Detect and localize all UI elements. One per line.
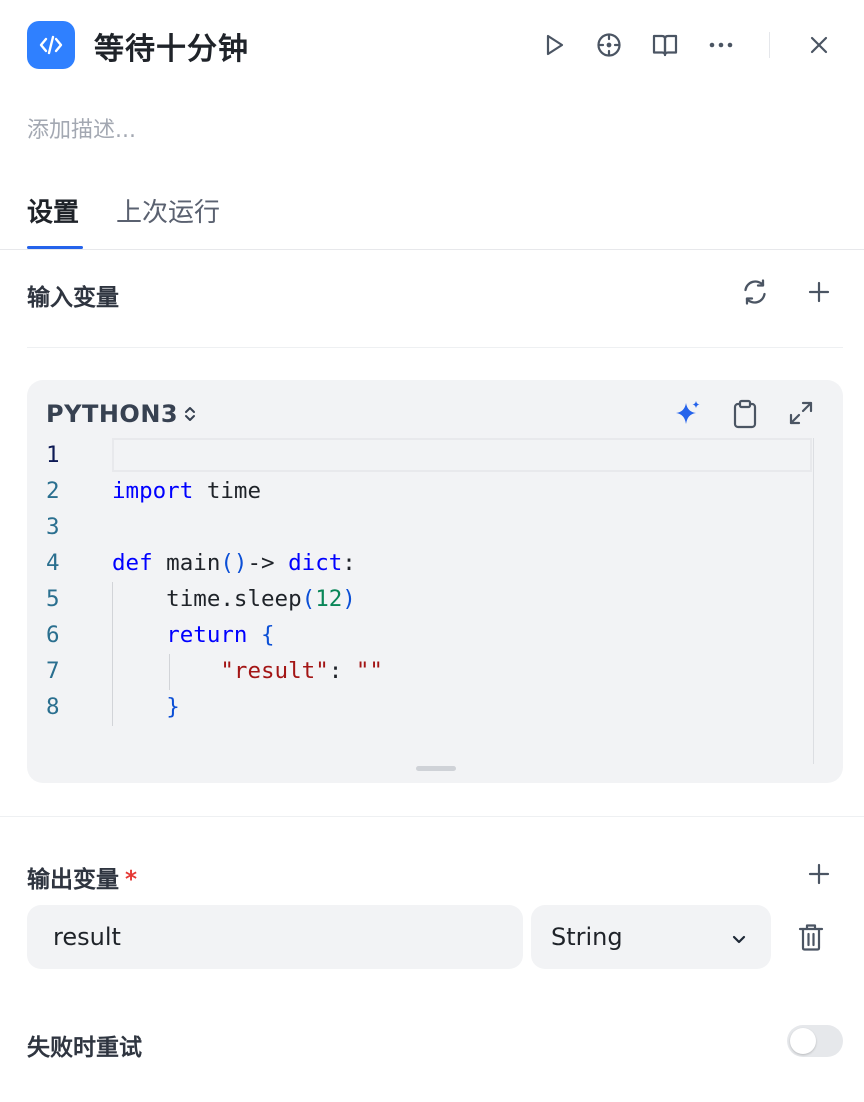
sparkle-icon <box>676 401 700 424</box>
header-divider <box>769 32 770 58</box>
tab-settings[interactable]: 设置 <box>27 192 79 229</box>
locate-button[interactable] <box>592 28 626 62</box>
node-title[interactable]: 等待十分钟 <box>94 24 249 68</box>
language-label: PYTHON3 <box>46 400 179 428</box>
tab-last-run[interactable]: 上次运行 <box>116 192 220 229</box>
line-number: 8 <box>46 694 60 720</box>
line-number: 2 <box>46 478 60 504</box>
retry-toggle[interactable] <box>787 1025 843 1057</box>
trash-icon <box>798 924 824 951</box>
copy-code-button[interactable] <box>728 397 762 431</box>
run-button[interactable] <box>537 28 571 62</box>
chevron-updown-icon <box>182 404 198 424</box>
code-icon <box>27 21 75 69</box>
add-output-var-button[interactable] <box>802 857 836 891</box>
expand-icon <box>789 401 813 425</box>
code-line: "result": "" <box>220 658 383 684</box>
plus-icon <box>808 281 830 303</box>
output-var-name-input[interactable]: result <box>27 905 523 969</box>
language-select[interactable]: PYTHON3 <box>46 400 198 428</box>
editor-resize-handle[interactable] <box>416 766 456 771</box>
code-line: def main()-> dict: <box>112 550 356 576</box>
toggle-knob <box>790 1028 816 1054</box>
close-icon <box>810 36 828 54</box>
current-line-highlight <box>112 438 812 472</box>
more-icon <box>709 42 733 48</box>
chevron-down-icon <box>729 927 749 955</box>
plus-icon <box>808 863 830 885</box>
code-editor: PYTHON3 1 2 3 4 5 6 7 8 import time def … <box>27 380 843 783</box>
output-vars-label: 输出变量 * <box>27 860 137 894</box>
node-header: 等待十分钟 <box>0 0 864 92</box>
code-line: return { <box>166 622 275 648</box>
line-number: 6 <box>46 622 60 648</box>
input-vars-label: 输入变量 <box>27 285 119 311</box>
active-tab-indicator <box>27 246 83 249</box>
code-line: import time <box>112 478 262 504</box>
output-var-type-value: String <box>551 923 623 951</box>
refresh-icon <box>744 279 766 305</box>
section-divider <box>0 816 864 817</box>
close-button[interactable] <box>802 28 836 62</box>
add-input-var-button[interactable] <box>802 275 836 309</box>
output-vars-text: 输出变量 <box>27 867 119 893</box>
retry-label: 失败时重试 <box>27 1035 142 1061</box>
code-line: time.sleep(12) <box>112 586 356 612</box>
line-number: 1 <box>46 442 60 468</box>
description-input[interactable]: 添加描述... <box>27 112 136 144</box>
line-number: 3 <box>46 514 60 540</box>
code-content[interactable]: 1 2 3 4 5 6 7 8 import time def main()->… <box>27 438 843 764</box>
editor-scrollbar[interactable] <box>813 438 814 764</box>
delete-output-var-button[interactable] <box>794 920 828 954</box>
line-number: 5 <box>46 586 60 612</box>
play-icon <box>546 34 564 56</box>
line-number: 7 <box>46 658 60 684</box>
clipboard-icon <box>733 399 757 429</box>
refresh-vars-button[interactable] <box>738 275 772 309</box>
help-doc-button[interactable] <box>648 28 682 62</box>
ai-generate-button[interactable] <box>671 396 705 430</box>
section-divider <box>27 347 843 348</box>
book-icon <box>652 34 678 57</box>
expand-editor-button[interactable] <box>784 396 818 430</box>
crosshair-icon <box>597 33 621 57</box>
line-number: 4 <box>46 550 60 576</box>
tab-bar: 设置 上次运行 <box>0 188 864 250</box>
required-mark: * <box>125 867 138 893</box>
code-line: } <box>166 694 180 720</box>
output-var-type-select[interactable]: String <box>531 905 771 969</box>
more-button[interactable] <box>704 28 738 62</box>
